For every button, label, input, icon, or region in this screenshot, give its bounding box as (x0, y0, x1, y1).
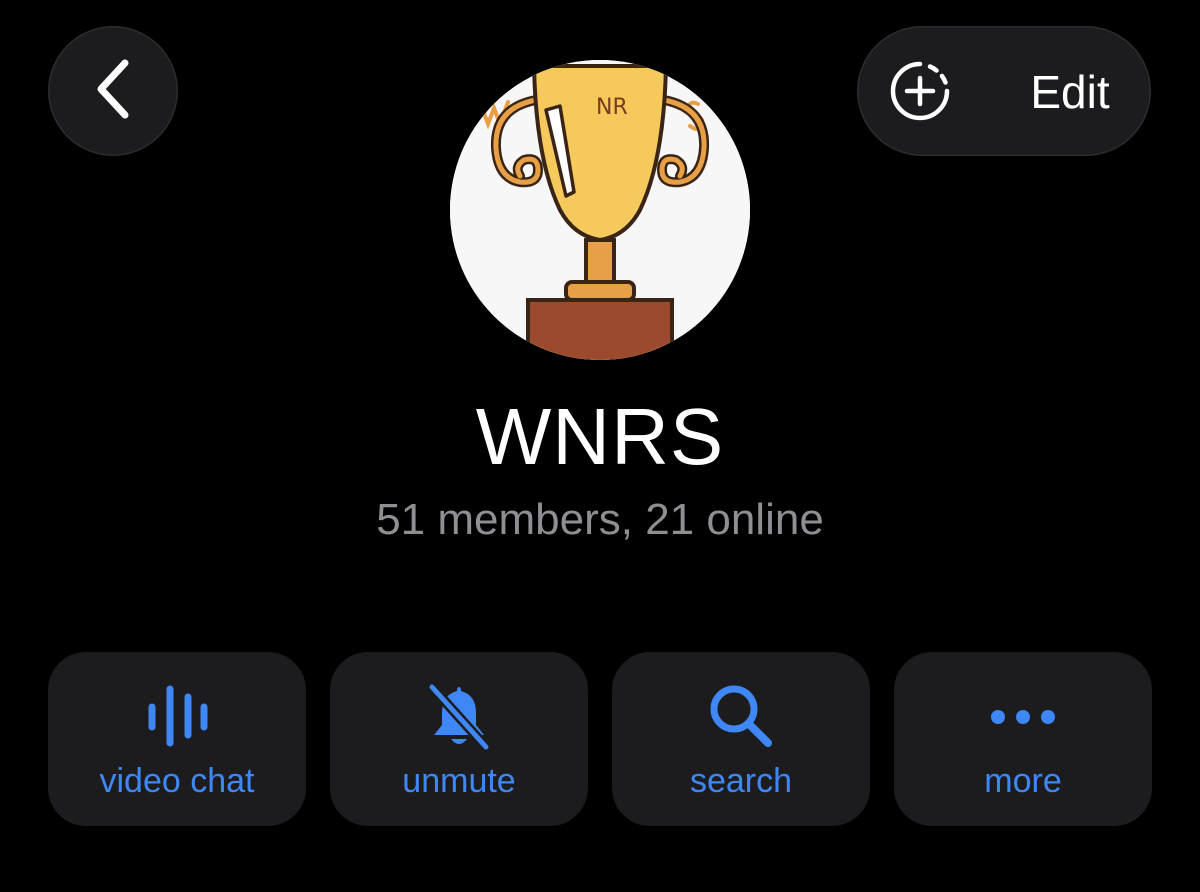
voice-chat-icon (127, 680, 227, 752)
group-avatar[interactable]: NR (450, 60, 750, 360)
unmute-button[interactable]: unmute (330, 652, 588, 826)
trophy-icon: NR (450, 60, 750, 360)
add-story-button[interactable] (888, 61, 952, 125)
edit-button[interactable]: Edit (1012, 62, 1128, 122)
video-chat-label: video chat (99, 762, 255, 800)
svg-text:NR: NR (596, 95, 628, 120)
group-name: WNRS (475, 392, 725, 481)
search-icon (691, 680, 791, 752)
add-story-icon (888, 59, 952, 128)
search-label: search (689, 762, 793, 800)
more-button[interactable]: more (894, 652, 1152, 826)
more-dots-icon (973, 680, 1073, 752)
more-label: more (984, 762, 1062, 800)
video-chat-button[interactable]: video chat (48, 652, 306, 826)
bell-slash-icon (409, 680, 509, 752)
group-status: 51 members, 21 online (376, 495, 824, 544)
search-button[interactable]: search (612, 652, 870, 826)
action-bar: video chat unmute search more (48, 652, 1154, 826)
back-button[interactable] (48, 26, 178, 156)
unmute-label: unmute (402, 762, 516, 800)
chevron-left-icon (93, 57, 133, 126)
